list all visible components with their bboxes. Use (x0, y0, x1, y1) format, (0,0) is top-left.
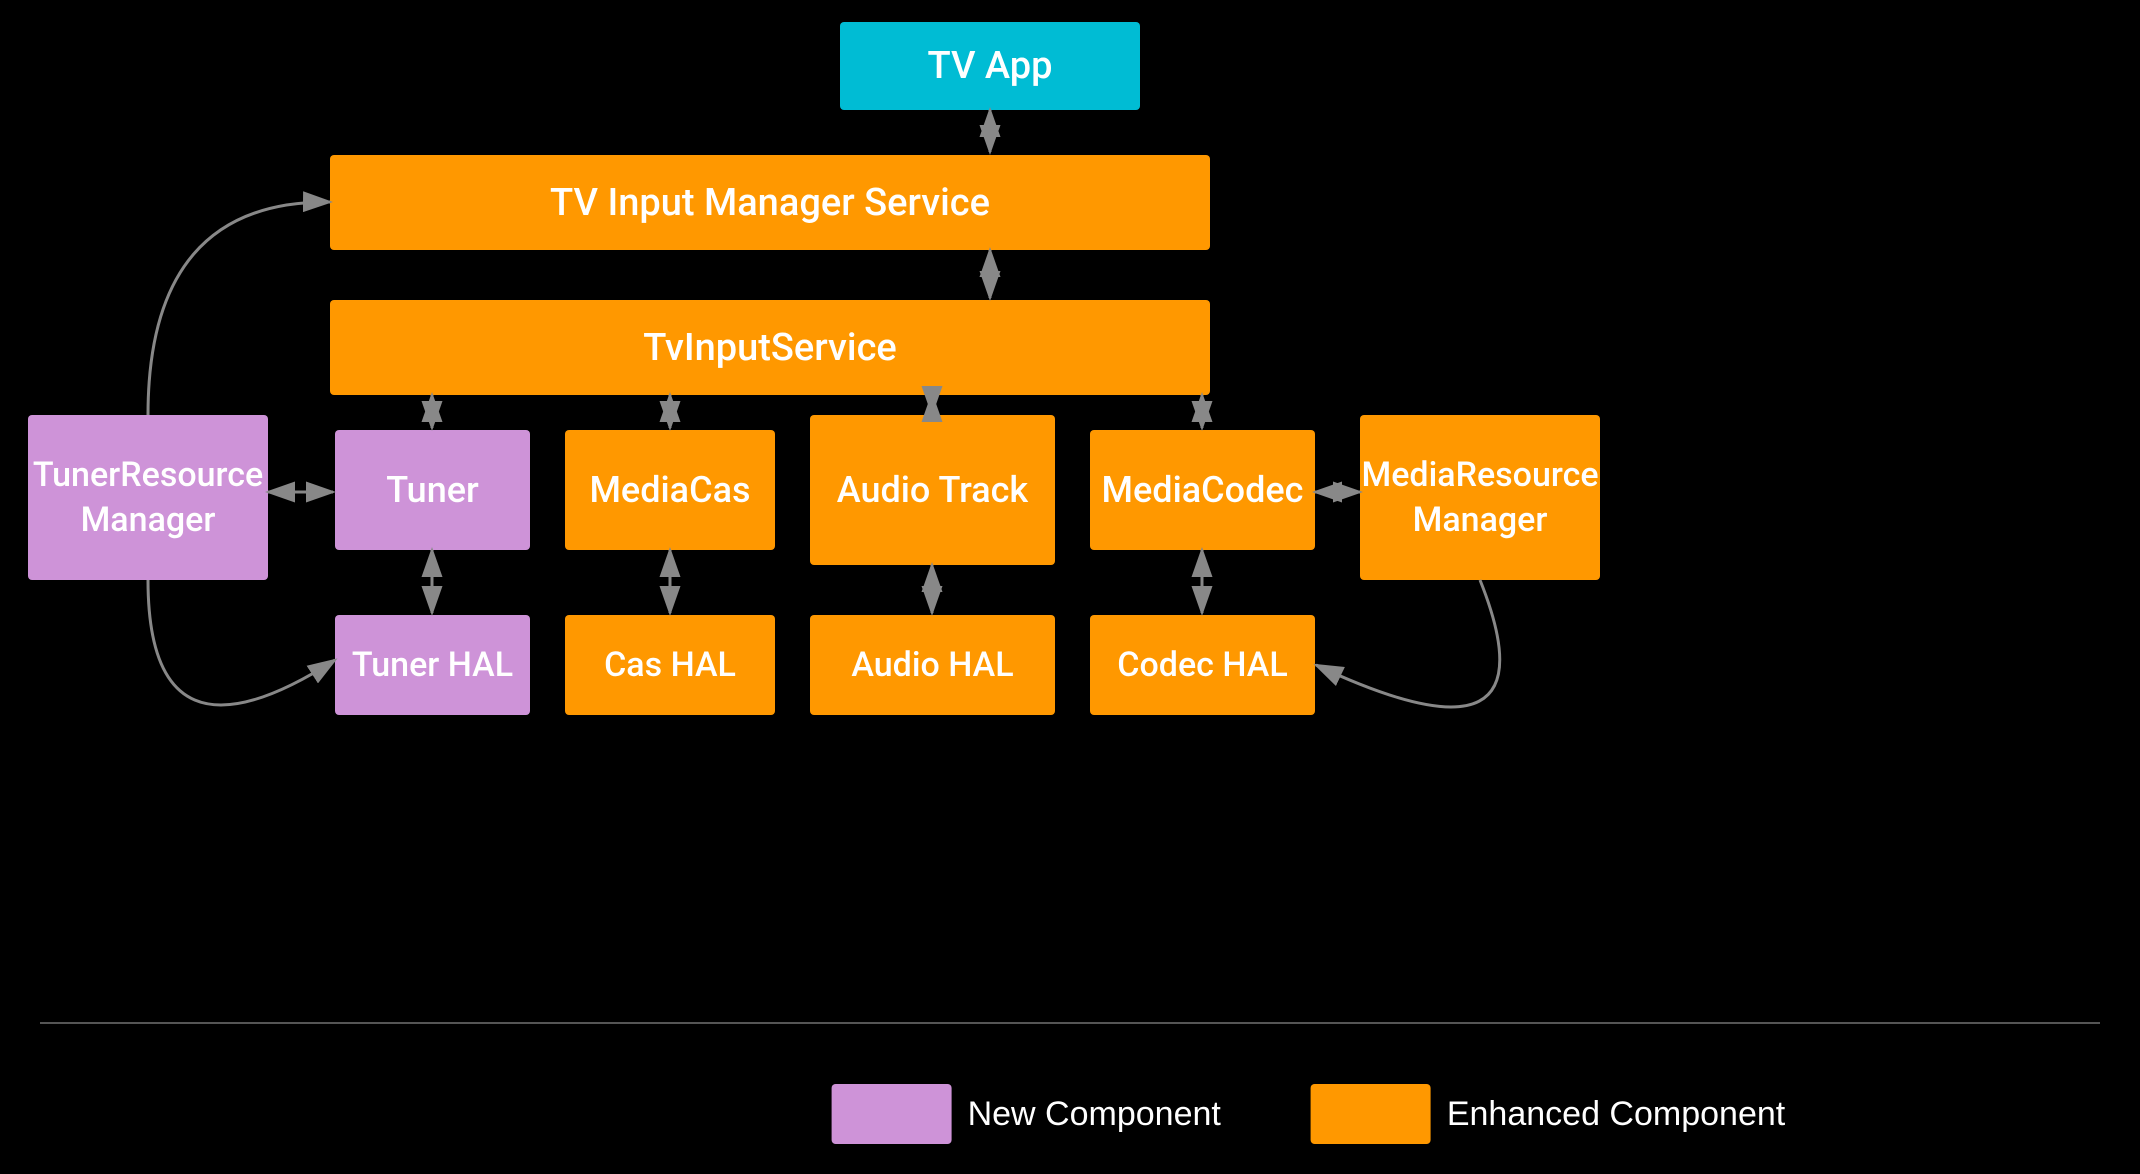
legend-enhanced-component-box (1311, 1084, 1431, 1144)
cas-hal-box: Cas HAL (565, 615, 775, 715)
audio-track-box: Audio Track (810, 415, 1055, 565)
tuner-resource-manager-box: TunerResourceManager (28, 415, 268, 580)
tv-app-box: TV App (840, 22, 1140, 110)
legend: New Component Enhanced Component (832, 1084, 1786, 1144)
mediacas-box: MediaCas (565, 430, 775, 550)
mediacodec-box: MediaCodec (1090, 430, 1315, 550)
tuner-box: Tuner (335, 430, 530, 550)
audio-hal-box: Audio HAL (810, 615, 1055, 715)
legend-new-component-box (832, 1084, 952, 1144)
tv-input-manager-box: TV Input Manager Service (330, 155, 1210, 250)
tuner-hal-box: Tuner HAL (335, 615, 530, 715)
diagram-container: TV App TV Input Manager Service TvInputS… (0, 0, 2140, 1174)
codec-hal-box: Codec HAL (1090, 615, 1315, 715)
mediaresource-manager-box: MediaResourceManager (1360, 415, 1600, 580)
legend-divider (40, 1022, 2100, 1024)
legend-enhanced-component: Enhanced Component (1311, 1084, 1785, 1144)
legend-new-component: New Component (832, 1084, 1221, 1144)
legend-enhanced-component-label: Enhanced Component (1447, 1095, 1785, 1134)
legend-new-component-label: New Component (968, 1095, 1221, 1134)
tv-input-service-box: TvInputService (330, 300, 1210, 395)
